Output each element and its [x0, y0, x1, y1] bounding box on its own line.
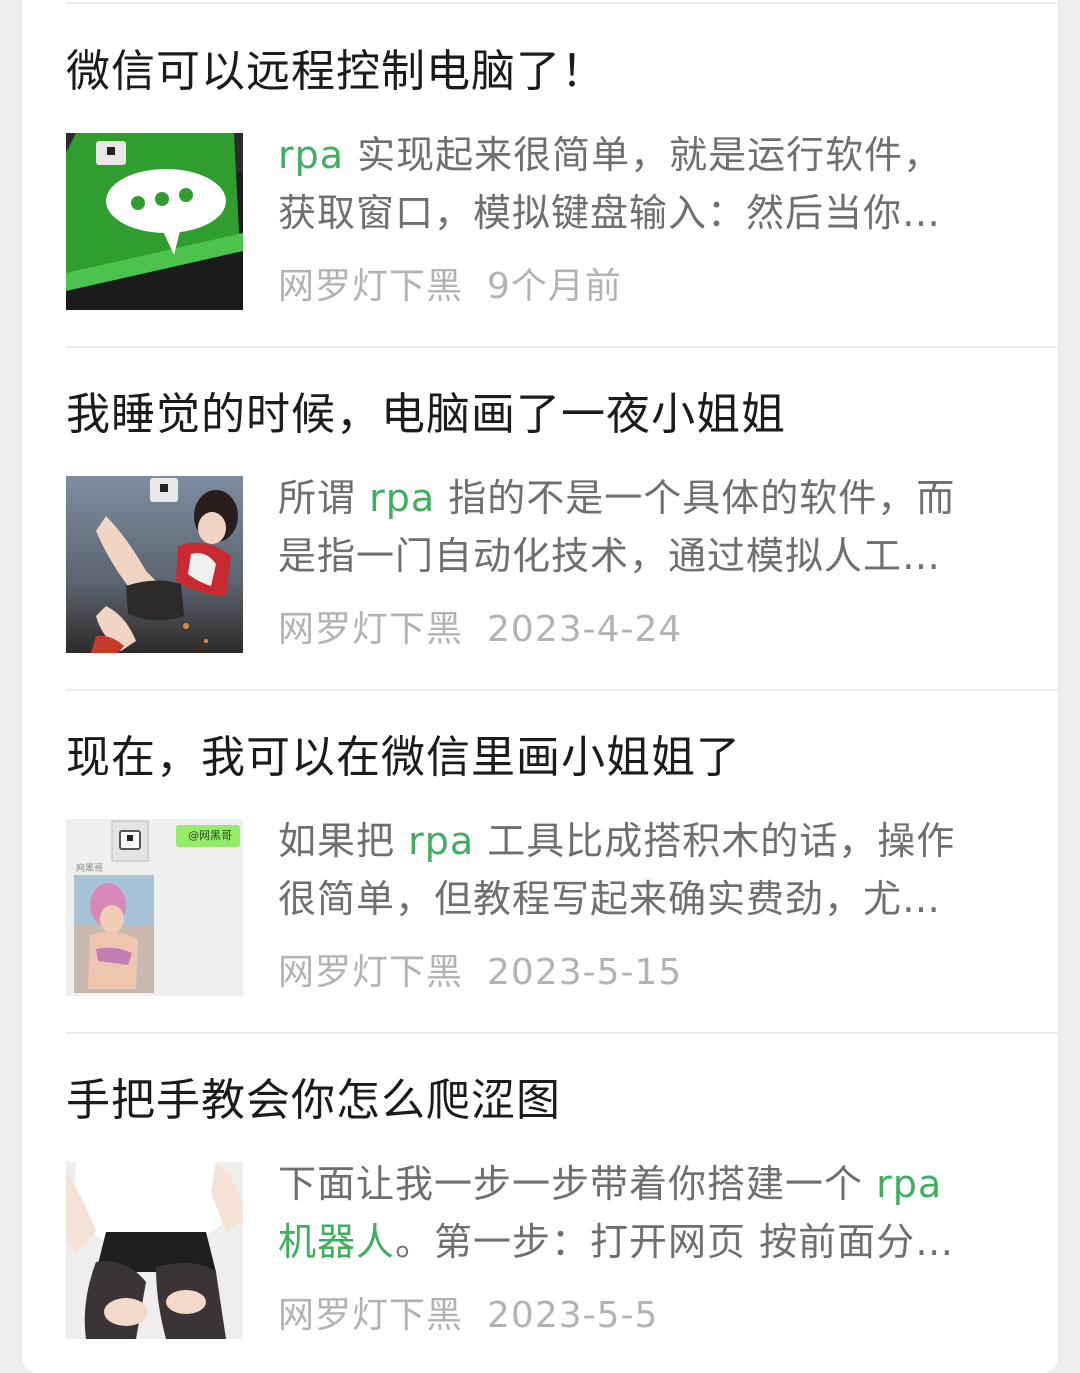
- snippet-text: 实现起来很简单，就是运行软件，: [344, 133, 943, 177]
- article-meta: 网罗灯下黑 9个月前: [278, 259, 622, 315]
- article-meta: 网罗灯下黑 2023-4-24: [278, 602, 682, 658]
- article-thumbnail[interactable]: @网黑哥 网黑哥: [66, 819, 243, 996]
- game-character-image: [66, 476, 243, 653]
- article-list-card: 微信可以远程控制电脑了！ rpa 实现起来很简单，就是运行软件， 获取窗口，模拟…: [22, 0, 1058, 1373]
- snippet-line-1: 下面让我一步一步带着你搭建一个 rpa: [278, 1155, 1010, 1213]
- article-meta: 网罗灯下黑 2023-5-5: [278, 1288, 658, 1344]
- snippet-text: 工具比成搭积木的话，操作: [474, 819, 956, 863]
- article-snippet: rpa 实现起来很简单，就是运行软件， 获取窗口，模拟键盘输入：然后当你…: [278, 126, 1010, 242]
- article-snippet: 下面让我一步一步带着你搭建一个 rpa 机器人。第一步：打开网页 按前面分…: [278, 1155, 1010, 1271]
- snippet-line-2: 获取窗口，模拟键盘输入：然后当你…: [278, 191, 942, 235]
- snippet-text: 。第一步：打开网页 按前面分…: [395, 1220, 955, 1264]
- article-date: 9个月前: [487, 266, 622, 307]
- article-date: 2023-5-15: [487, 952, 683, 993]
- article-thumbnail[interactable]: [66, 133, 243, 310]
- snippet-keyword: rpa: [369, 476, 436, 520]
- article-date: 2023-5-5: [487, 1295, 659, 1336]
- article-title[interactable]: 微信可以远程控制电脑了！: [66, 42, 1046, 102]
- wechat-chat-image: [66, 819, 243, 996]
- article-item-3[interactable]: 现在，我可以在微信里画小姐姐了 @网黑哥 网黑哥 如果把 rpa 工具比成搭积木…: [66, 690, 1058, 1033]
- article-title[interactable]: 现在，我可以在微信里画小姐姐了: [66, 728, 1046, 788]
- snippet-keyword: 机器人: [278, 1220, 396, 1264]
- article-item-4[interactable]: 手把手教会你怎么爬涩图 下面让我一步一步带着你搭建一个 rpa 机器人。第一步：…: [66, 1033, 1058, 1373]
- snippet-keyword: rpa: [876, 1162, 943, 1206]
- snippet-keyword: rpa: [278, 133, 345, 177]
- photo-image: [66, 1162, 243, 1339]
- snippet-line-2: 很简单，但教程写起来确实费劲，尤…: [278, 877, 942, 921]
- snippet-text: 如果把: [278, 819, 409, 863]
- article-author: 网罗灯下黑: [278, 609, 464, 650]
- article-title[interactable]: 手把手教会你怎么爬涩图: [66, 1071, 1046, 1131]
- snippet-line-1: 如果把 rpa 工具比成搭积木的话，操作: [278, 812, 1010, 870]
- article-thumbnail[interactable]: [66, 476, 243, 653]
- snippet-line-2: 是指一门自动化技术，通过模拟人工…: [278, 534, 942, 578]
- article-author: 网罗灯下黑: [278, 1295, 464, 1336]
- article-author: 网罗灯下黑: [278, 266, 464, 307]
- snippet-keyword: rpa: [408, 819, 475, 863]
- wechat-bubble-icon: [66, 133, 243, 310]
- article-author: 网罗灯下黑: [278, 952, 464, 993]
- article-snippet: 所谓 rpa 指的不是一个具体的软件，而 是指一门自动化技术，通过模拟人工…: [278, 469, 1010, 585]
- snippet-text: 所谓: [278, 476, 370, 520]
- snippet-line-2: 机器人。第一步：打开网页 按前面分…: [278, 1213, 1010, 1271]
- snippet-text: 指的不是一个具体的软件，而: [435, 476, 956, 520]
- thumbnail-tag: @网黑哥: [188, 829, 232, 842]
- article-item-1[interactable]: 微信可以远程控制电脑了！ rpa 实现起来很简单，就是运行软件， 获取窗口，模拟…: [66, 4, 1058, 347]
- article-snippet: 如果把 rpa 工具比成搭积木的话，操作 很简单，但教程写起来确实费劲，尤…: [278, 812, 1010, 928]
- article-meta: 网罗灯下黑 2023-5-15: [278, 945, 682, 1001]
- article-thumbnail[interactable]: [66, 1162, 243, 1339]
- snippet-line-1: 所谓 rpa 指的不是一个具体的软件，而: [278, 469, 1010, 527]
- article-title[interactable]: 我睡觉的时候，电脑画了一夜小姐姐: [66, 385, 1046, 445]
- snippet-line-1: rpa 实现起来很简单，就是运行软件，: [278, 126, 1010, 184]
- article-date: 2023-4-24: [487, 609, 683, 650]
- article-item-2[interactable]: 我睡觉的时候，电脑画了一夜小姐姐 所谓 rpa 指的不是一个具体的软件，而 是指…: [66, 347, 1058, 690]
- snippet-text: 下面让我一步一步带着你搭建一个: [278, 1162, 877, 1206]
- thumbnail-caption: 网黑哥: [76, 864, 104, 874]
